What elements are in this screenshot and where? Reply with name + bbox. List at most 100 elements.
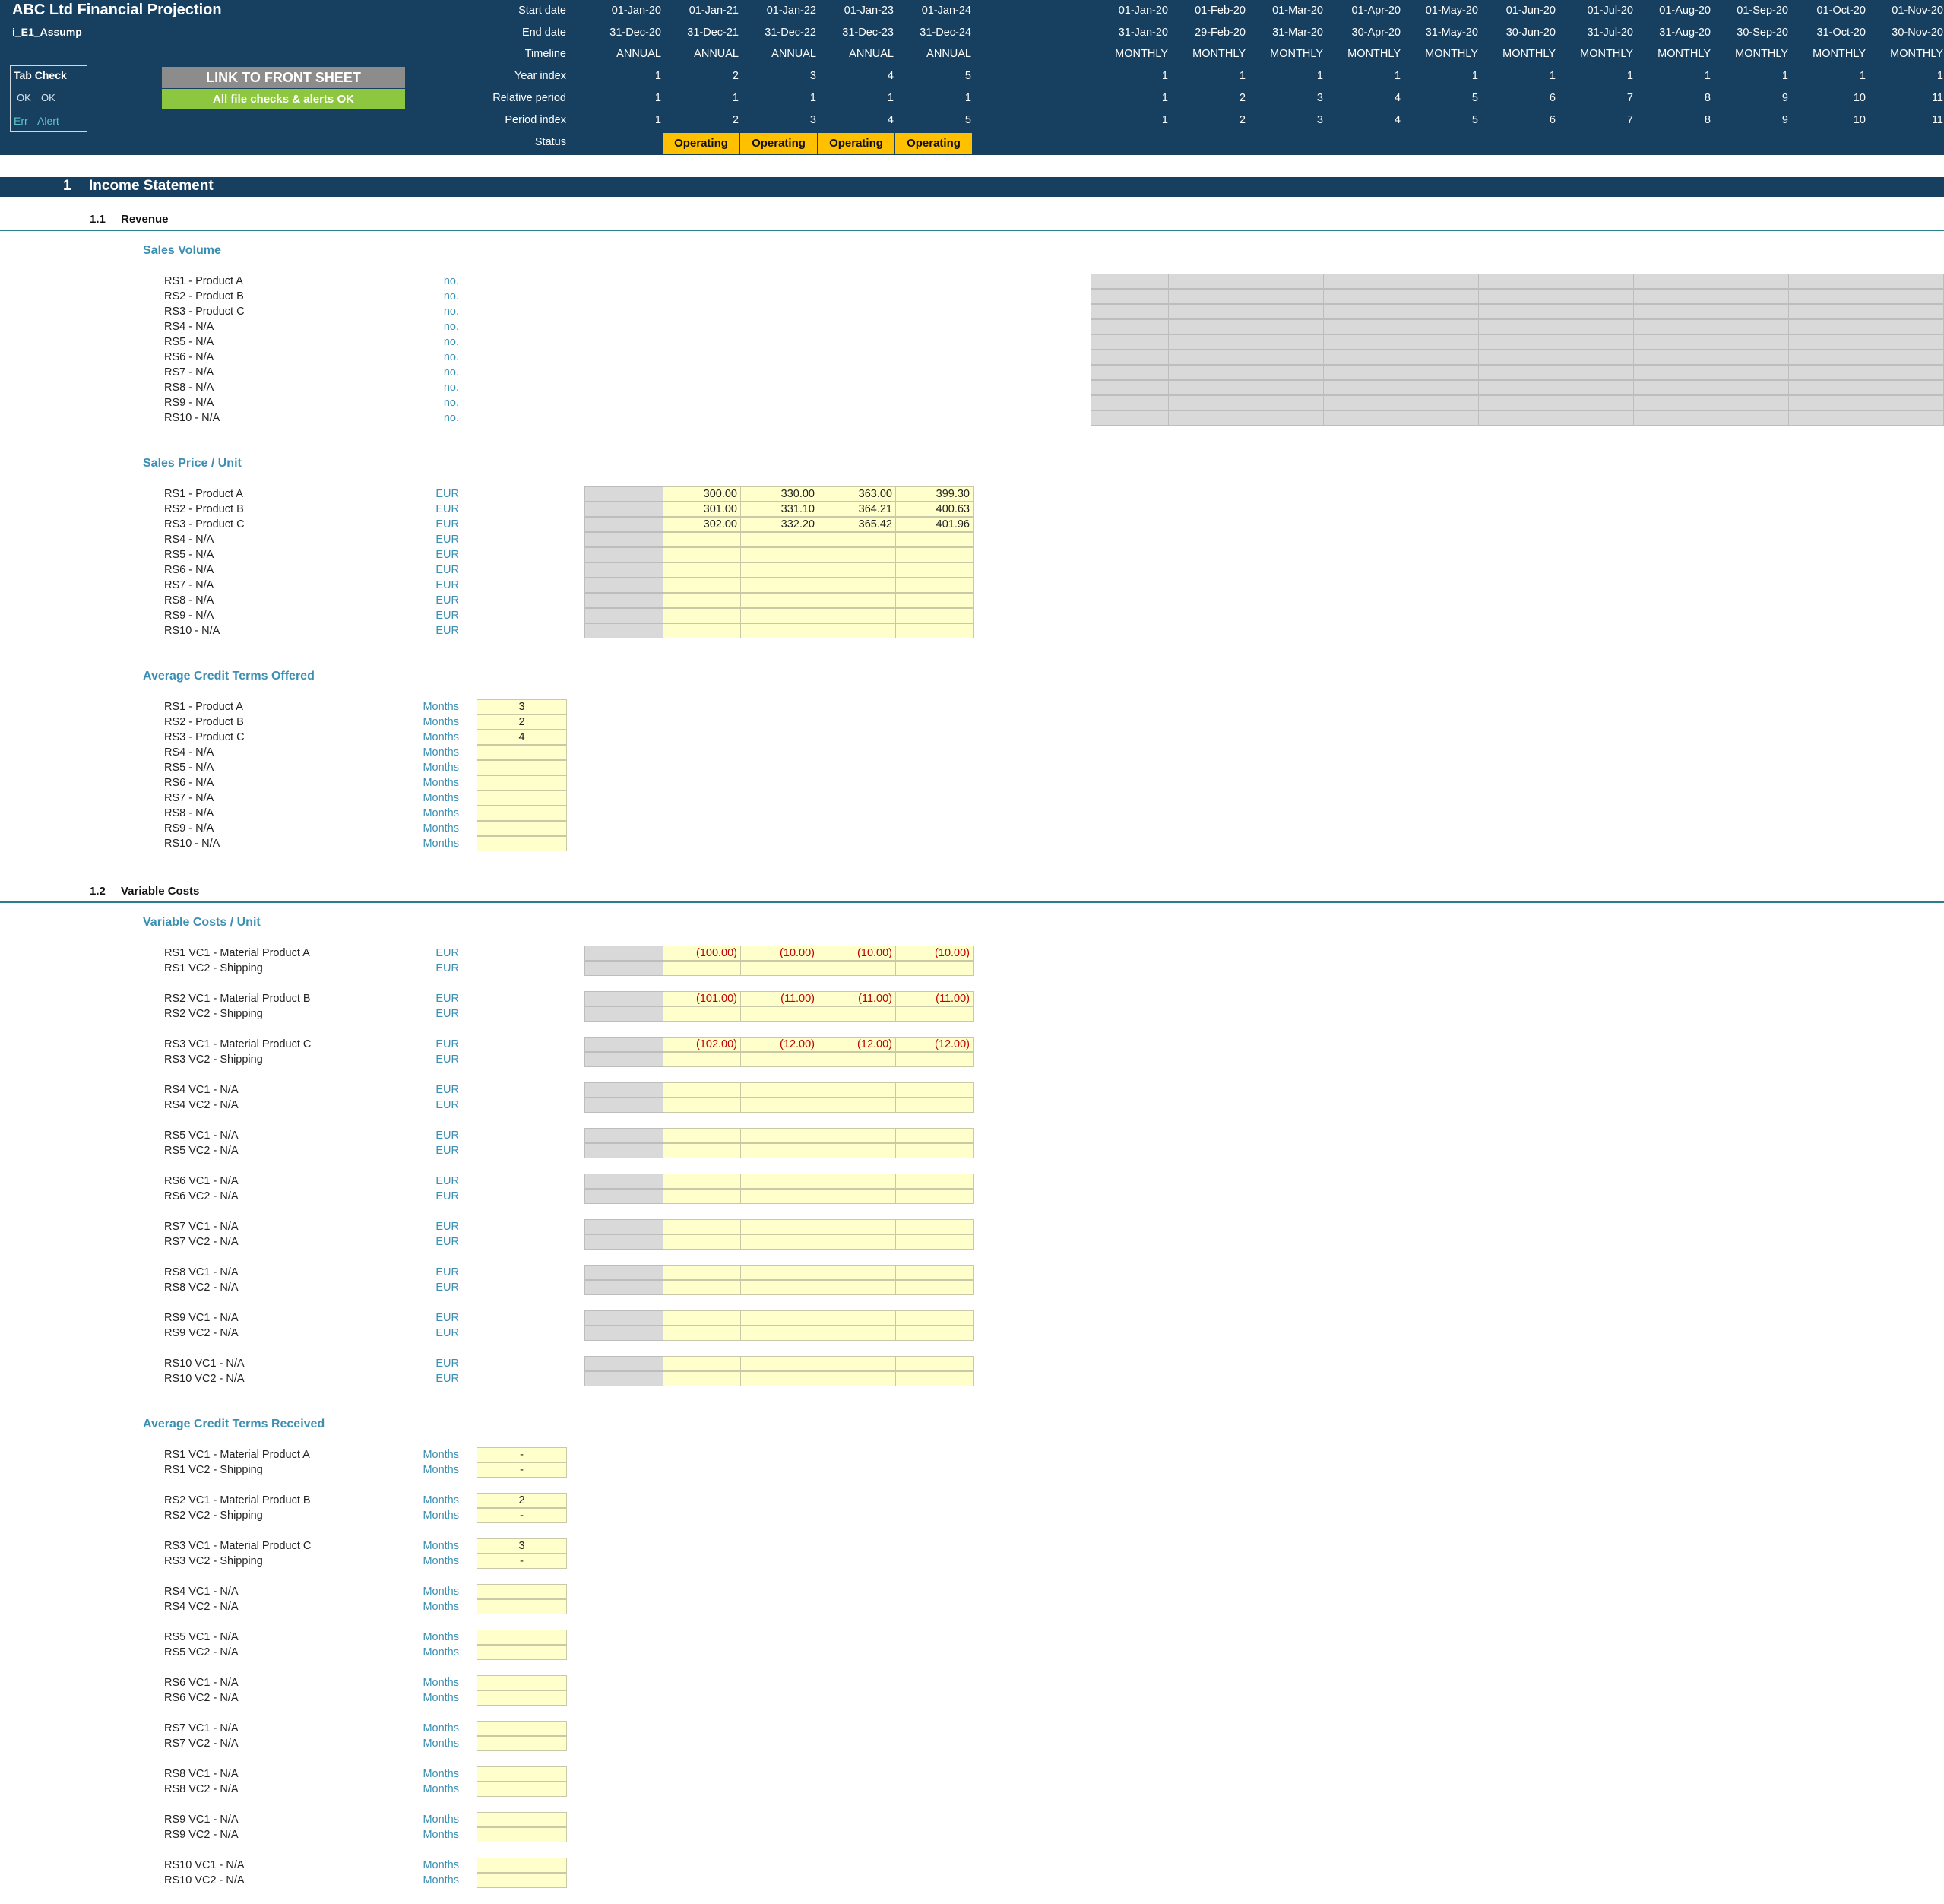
variable-cost-cell[interactable] <box>895 1371 974 1386</box>
sales-price-cell[interactable] <box>818 608 896 623</box>
variable-cost-cell[interactable] <box>584 991 663 1006</box>
sales-price-cell[interactable] <box>740 578 818 593</box>
variable-cost-cell[interactable] <box>663 1189 741 1204</box>
sales-volume-cell[interactable] <box>1091 365 1169 380</box>
variable-cost-cell[interactable]: (11.00) <box>895 991 974 1006</box>
variable-cost-cell[interactable] <box>740 961 818 976</box>
sales-volume-cell[interactable] <box>1091 304 1169 319</box>
sales-price-cell[interactable]: 331.10 <box>740 502 818 517</box>
sales-volume-cell[interactable] <box>1091 319 1169 334</box>
sales-volume-cell[interactable] <box>1246 304 1324 319</box>
variable-cost-cell[interactable] <box>895 1280 974 1295</box>
sales-volume-cell[interactable] <box>1401 334 1479 350</box>
sales-volume-cell[interactable] <box>1478 274 1556 289</box>
sales-volume-cell[interactable] <box>1478 289 1556 304</box>
sales-volume-cell[interactable] <box>1711 380 1789 395</box>
sales-volume-cell[interactable] <box>1246 395 1324 410</box>
sales-price-cell[interactable] <box>895 593 974 608</box>
credit-terms-received-cell[interactable] <box>477 1675 567 1690</box>
credit-terms-received-cell[interactable]: - <box>477 1447 567 1462</box>
sales-volume-cell[interactable] <box>1246 350 1324 365</box>
sales-volume-cell[interactable] <box>1788 304 1866 319</box>
variable-cost-cell[interactable] <box>818 1356 896 1371</box>
sales-volume-cell[interactable] <box>1556 304 1634 319</box>
sales-price-cell[interactable] <box>818 623 896 638</box>
sales-volume-cell[interactable] <box>1091 274 1169 289</box>
sales-price-cell[interactable] <box>740 608 818 623</box>
sales-price-cell[interactable] <box>740 532 818 547</box>
sales-volume-cell[interactable] <box>1091 289 1169 304</box>
variable-cost-cell[interactable] <box>818 1371 896 1386</box>
sales-price-cell[interactable] <box>895 578 974 593</box>
credit-terms-received-cell[interactable]: 3 <box>477 1538 567 1554</box>
sales-price-cell[interactable] <box>584 578 663 593</box>
variable-cost-cell[interactable] <box>895 1265 974 1280</box>
variable-cost-cell[interactable] <box>895 1082 974 1098</box>
sales-volume-cell[interactable] <box>1556 319 1634 334</box>
sales-volume-cell[interactable] <box>1711 334 1789 350</box>
sales-price-cell[interactable]: 365.42 <box>818 517 896 532</box>
sales-volume-cell[interactable] <box>1866 350 1944 365</box>
sales-volume-cell[interactable] <box>1168 365 1246 380</box>
sales-volume-cell[interactable] <box>1246 334 1324 350</box>
variable-cost-cell[interactable]: (10.00) <box>740 946 818 961</box>
variable-cost-cell[interactable]: (12.00) <box>818 1037 896 1052</box>
credit-terms-received-cell[interactable] <box>477 1873 567 1888</box>
credit-terms-offered-cell[interactable] <box>477 806 567 821</box>
sales-price-cell[interactable] <box>818 578 896 593</box>
variable-cost-cell[interactable] <box>895 1234 974 1250</box>
credit-terms-received-cell[interactable] <box>477 1630 567 1645</box>
sales-volume-cell[interactable] <box>1556 350 1634 365</box>
sales-price-cell[interactable] <box>818 547 896 562</box>
variable-cost-cell[interactable] <box>663 1006 741 1022</box>
variable-cost-cell[interactable] <box>818 1174 896 1189</box>
variable-cost-cell[interactable] <box>584 1310 663 1326</box>
sales-volume-cell[interactable] <box>1478 304 1556 319</box>
sales-price-cell[interactable] <box>584 532 663 547</box>
variable-cost-cell[interactable] <box>895 1098 974 1113</box>
sales-price-cell[interactable]: 300.00 <box>663 486 741 502</box>
sales-volume-cell[interactable] <box>1788 410 1866 426</box>
credit-terms-offered-cell[interactable]: 2 <box>477 714 567 730</box>
credit-terms-offered-cell[interactable] <box>477 821 567 836</box>
sales-price-cell[interactable] <box>740 593 818 608</box>
sales-volume-cell[interactable] <box>1168 380 1246 395</box>
sales-volume-cell[interactable] <box>1633 289 1711 304</box>
sales-volume-cell[interactable] <box>1866 334 1944 350</box>
variable-cost-cell[interactable] <box>740 1326 818 1341</box>
sales-volume-cell[interactable] <box>1091 350 1169 365</box>
sales-price-cell[interactable]: 399.30 <box>895 486 974 502</box>
sales-volume-cell[interactable] <box>1633 350 1711 365</box>
variable-cost-cell[interactable] <box>584 1189 663 1204</box>
variable-cost-cell[interactable] <box>818 1052 896 1067</box>
credit-terms-received-cell[interactable] <box>477 1645 567 1660</box>
variable-cost-cell[interactable] <box>663 1082 741 1098</box>
sales-price-cell[interactable] <box>584 623 663 638</box>
variable-cost-cell[interactable]: (11.00) <box>818 991 896 1006</box>
variable-cost-cell[interactable] <box>663 1310 741 1326</box>
variable-cost-cell[interactable] <box>584 946 663 961</box>
variable-cost-cell[interactable] <box>895 1326 974 1341</box>
sales-volume-cell[interactable] <box>1556 289 1634 304</box>
sales-price-cell[interactable]: 400.63 <box>895 502 974 517</box>
variable-cost-cell[interactable] <box>895 1143 974 1158</box>
sales-volume-cell[interactable] <box>1711 289 1789 304</box>
sales-volume-cell[interactable] <box>1401 395 1479 410</box>
variable-cost-cell[interactable] <box>740 1280 818 1295</box>
sales-volume-cell[interactable] <box>1478 319 1556 334</box>
sales-volume-cell[interactable] <box>1478 350 1556 365</box>
variable-cost-cell[interactable] <box>895 1356 974 1371</box>
variable-cost-cell[interactable] <box>895 961 974 976</box>
variable-cost-cell[interactable] <box>818 1265 896 1280</box>
sales-price-cell[interactable] <box>584 562 663 578</box>
variable-cost-cell[interactable] <box>740 1143 818 1158</box>
variable-cost-cell[interactable] <box>740 1219 818 1234</box>
sales-volume-cell[interactable] <box>1866 289 1944 304</box>
sales-volume-cell[interactable] <box>1478 380 1556 395</box>
sales-volume-cell[interactable] <box>1168 334 1246 350</box>
variable-cost-cell[interactable] <box>818 1326 896 1341</box>
variable-cost-cell[interactable] <box>895 1310 974 1326</box>
sales-price-cell[interactable]: 301.00 <box>663 502 741 517</box>
sales-volume-cell[interactable] <box>1401 365 1479 380</box>
sales-price-cell[interactable] <box>895 547 974 562</box>
